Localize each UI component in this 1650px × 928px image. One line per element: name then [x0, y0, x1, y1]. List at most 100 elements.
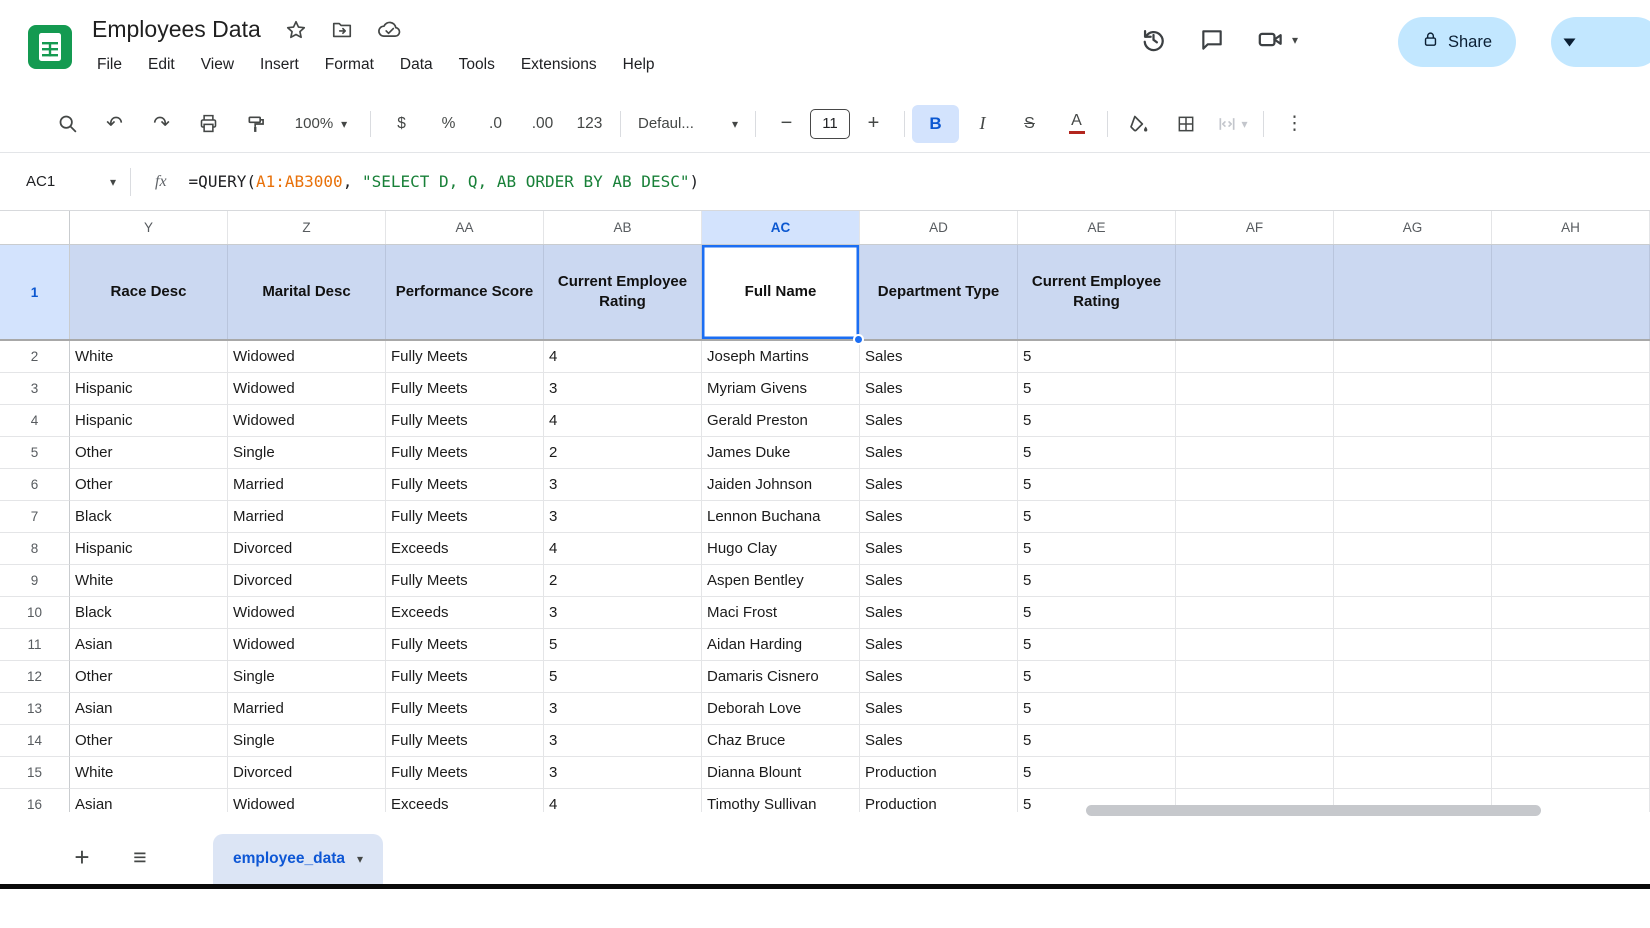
cell[interactable]: Divorced	[228, 757, 386, 789]
menu-data[interactable]: Data	[387, 52, 446, 78]
cell[interactable]: Hispanic	[70, 373, 228, 405]
cell[interactable]: Single	[228, 437, 386, 469]
cell[interactable]: Other	[70, 437, 228, 469]
decrease-decimal-button[interactable]: .0	[472, 105, 519, 143]
all-sheets-icon[interactable]: ≡	[118, 837, 162, 877]
cell[interactable]: Widowed	[228, 597, 386, 629]
row-header-11[interactable]: 11	[0, 629, 70, 661]
header-cell[interactable]	[1492, 245, 1650, 339]
cell[interactable]	[1492, 565, 1650, 597]
search-icon[interactable]	[44, 105, 91, 143]
video-camera-icon[interactable]	[1257, 26, 1284, 53]
menu-view[interactable]: View	[188, 52, 247, 78]
cell[interactable]	[1176, 661, 1334, 693]
cell[interactable]: Exceeds	[386, 789, 544, 812]
cell[interactable]: 5	[1018, 629, 1176, 661]
cell[interactable]	[1492, 533, 1650, 565]
cell[interactable]	[1334, 661, 1492, 693]
column-header-ac[interactable]: AC	[702, 211, 860, 244]
cell[interactable]: Exceeds	[386, 533, 544, 565]
cell[interactable]: 3	[544, 501, 702, 533]
cell[interactable]: Production	[860, 789, 1018, 812]
cell[interactable]: 5	[1018, 565, 1176, 597]
cell[interactable]	[1176, 693, 1334, 725]
cell[interactable]: White	[70, 757, 228, 789]
cell[interactable]	[1492, 629, 1650, 661]
decrease-font-size-button[interactable]: −	[763, 105, 810, 143]
cell[interactable]	[1492, 469, 1650, 501]
header-cell[interactable]	[1334, 245, 1492, 339]
cell[interactable]: Lennon Buchana	[702, 501, 860, 533]
cell[interactable]: Fully Meets	[386, 725, 544, 757]
cell[interactable]: Widowed	[228, 341, 386, 373]
cell[interactable]: Sales	[860, 405, 1018, 437]
cell[interactable]	[1176, 725, 1334, 757]
cell[interactable]	[1176, 341, 1334, 373]
header-cell[interactable]: Department Type	[860, 245, 1018, 339]
version-history-icon[interactable]	[1140, 26, 1167, 53]
document-title[interactable]: Employees Data	[92, 16, 261, 43]
comments-icon[interactable]	[1199, 27, 1225, 53]
cell[interactable]	[1176, 469, 1334, 501]
cell[interactable]	[1334, 501, 1492, 533]
cell[interactable]	[1176, 565, 1334, 597]
cell[interactable]: Aspen Bentley	[702, 565, 860, 597]
cell[interactable]: Asian	[70, 629, 228, 661]
cell[interactable]	[1334, 693, 1492, 725]
cell[interactable]	[1492, 373, 1650, 405]
cell[interactable]: Sales	[860, 341, 1018, 373]
sheets-logo-icon[interactable]	[28, 25, 72, 69]
cell[interactable]: Sales	[860, 565, 1018, 597]
cell[interactable]	[1334, 757, 1492, 789]
cell[interactable]: Fully Meets	[386, 405, 544, 437]
cell[interactable]	[1176, 501, 1334, 533]
cell[interactable]: Joseph Martins	[702, 341, 860, 373]
cell[interactable]: Sales	[860, 693, 1018, 725]
cell[interactable]: White	[70, 341, 228, 373]
cell[interactable]: Fully Meets	[386, 373, 544, 405]
cell[interactable]	[1334, 437, 1492, 469]
cell[interactable]: 4	[544, 789, 702, 812]
cell[interactable]: Gerald Preston	[702, 405, 860, 437]
cell[interactable]: Sales	[860, 373, 1018, 405]
cell[interactable]: 5	[1018, 469, 1176, 501]
cell[interactable]: Damaris Cisnero	[702, 661, 860, 693]
borders-icon[interactable]	[1162, 105, 1209, 143]
cell[interactable]: Other	[70, 469, 228, 501]
star-icon[interactable]	[285, 19, 307, 41]
cell[interactable]: 4	[544, 341, 702, 373]
row-header-2[interactable]: 2	[0, 341, 70, 373]
menu-insert[interactable]: Insert	[247, 52, 312, 78]
menu-tools[interactable]: Tools	[446, 52, 508, 78]
cell[interactable]: Widowed	[228, 373, 386, 405]
cell[interactable]: 3	[544, 693, 702, 725]
cell[interactable]	[1334, 405, 1492, 437]
cell[interactable]	[1334, 597, 1492, 629]
cell[interactable]: 5	[1018, 373, 1176, 405]
cell[interactable]: 5	[544, 661, 702, 693]
more-formats-button[interactable]: 123	[566, 105, 613, 143]
add-sheet-button[interactable]: +	[60, 837, 104, 877]
cell[interactable]: Sales	[860, 629, 1018, 661]
cell[interactable]: 5	[1018, 533, 1176, 565]
cell[interactable]	[1492, 437, 1650, 469]
cell[interactable]	[1492, 661, 1650, 693]
merge-cells-button[interactable]: ▾	[1209, 105, 1256, 143]
cell[interactable]: Asian	[70, 789, 228, 812]
cell[interactable]: James Duke	[702, 437, 860, 469]
zoom-select[interactable]: 100% ▾	[279, 105, 363, 143]
menu-extensions[interactable]: Extensions	[508, 52, 610, 78]
cell[interactable]: Jaiden Johnson	[702, 469, 860, 501]
cell[interactable]	[1492, 341, 1650, 373]
cell[interactable]: 4	[544, 405, 702, 437]
cell[interactable]	[1334, 629, 1492, 661]
cell[interactable]: Married	[228, 469, 386, 501]
column-header-aa[interactable]: AA	[386, 211, 544, 244]
cell[interactable]: 5	[1018, 757, 1176, 789]
cell[interactable]: Fully Meets	[386, 341, 544, 373]
cell[interactable]: 5	[1018, 597, 1176, 629]
cell[interactable]: Fully Meets	[386, 629, 544, 661]
cell[interactable]	[1492, 693, 1650, 725]
cell[interactable]: Fully Meets	[386, 757, 544, 789]
cell[interactable]: 5	[1018, 693, 1176, 725]
